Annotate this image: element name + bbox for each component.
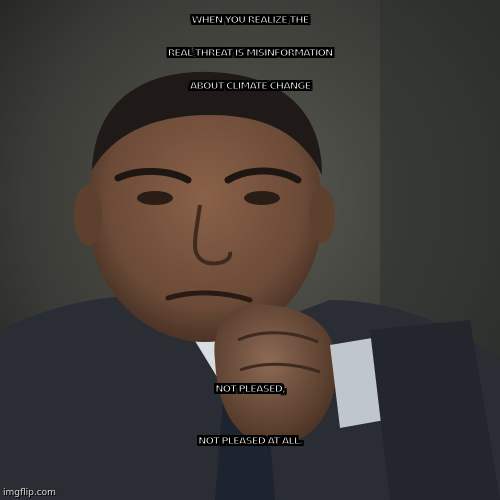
right-ear	[309, 187, 335, 243]
meme-image: WHEN YOU REALIZE THE REAL THREAT IS MISI…	[0, 0, 500, 500]
bottom-caption-line-1: NOT PLEASED,	[215, 384, 287, 396]
bottom-caption-line-2: NOT PLEASED AT ALL.	[198, 436, 304, 448]
top-caption-line-1: WHEN YOU REALIZE THE	[191, 15, 310, 27]
top-caption-line-2: REAL THREAT IS MISINFORMATION	[167, 48, 334, 60]
left-eye	[137, 191, 173, 205]
top-caption-line-3: ABOUT CLIMATE CHANGE	[189, 81, 312, 93]
left-ear	[74, 185, 102, 245]
top-caption: WHEN YOU REALIZE THE REAL THREAT IS MISI…	[0, 4, 500, 103]
right-eye	[244, 191, 280, 205]
imgflip-watermark: imgflip.com	[3, 488, 56, 498]
bottom-caption: NOT PLEASED, NOT PLEASED AT ALL.	[0, 364, 500, 468]
